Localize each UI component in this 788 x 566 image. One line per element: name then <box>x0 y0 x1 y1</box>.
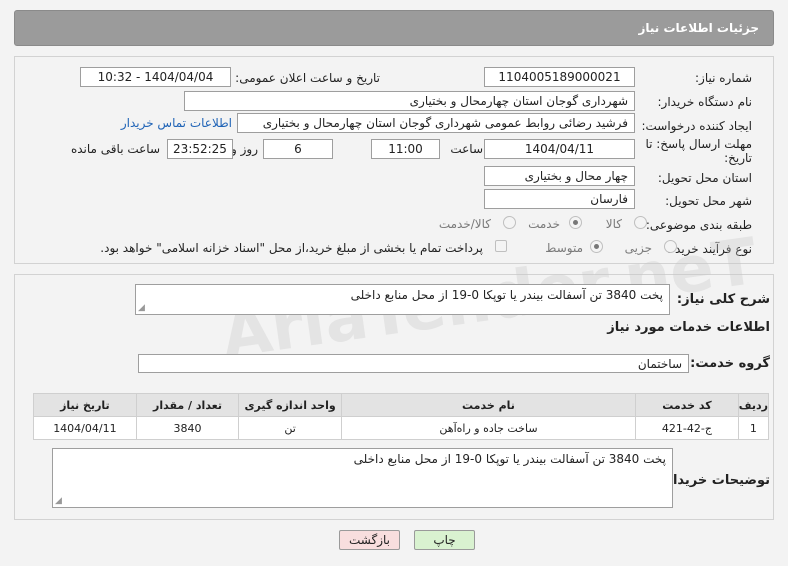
deadline-label: مهلت ارسال پاسخ: تا <box>645 137 752 151</box>
buyer-org-field[interactable]: شهرداری گوجان استان چهارمحال و بختیاری <box>184 91 635 111</box>
category-radio-goods[interactable] <box>634 216 647 229</box>
requester-label: ایجاد کننده درخواست: <box>641 119 752 133</box>
category-option-goods: کالا <box>605 217 622 231</box>
buyer-notes-label: توضیحات خریدار: <box>660 473 770 488</box>
table-header-row: ردیف کد خدمت نام خدمت واحد اندازه گیری ت… <box>33 393 770 417</box>
page-title: جزئیات اطلاعات نیاز <box>638 21 759 35</box>
col-unit: واحد اندازه گیری <box>238 393 342 417</box>
description-textarea[interactable]: پخت 3840 تن آسفالت بیندر یا توپکا 0-19 ا… <box>135 284 670 315</box>
services-heading: اطلاعات خدمات مورد نیاز <box>607 320 770 335</box>
city-label: شهر محل تحویل: <box>665 194 752 208</box>
description-text: پخت 3840 تن آسفالت بیندر یا توپکا 0-19 ا… <box>350 288 663 302</box>
resize-grip-icon[interactable]: ◢ <box>55 496 62 506</box>
payment-note: پرداخت تمام یا بخشی از مبلغ خرید،از محل … <box>100 241 483 255</box>
province-field[interactable]: چهار محال و بختیاری <box>484 166 635 186</box>
deadline-time-label: ساعت <box>450 142 483 156</box>
col-quantity: تعداد / مقدار <box>135 393 240 417</box>
deadline-time-field[interactable]: 11:00 <box>371 139 440 159</box>
back-button[interactable]: بازگشت <box>339 530 400 550</box>
page-header: جزئیات اطلاعات نیاز <box>14 10 774 46</box>
cell-need-date: 1404/04/11 <box>33 416 137 440</box>
resize-grip-icon[interactable]: ◢ <box>138 303 145 313</box>
days-remaining-field[interactable]: 6 <box>263 139 333 159</box>
print-button[interactable]: چاپ <box>414 530 475 550</box>
province-label: استان محل تحویل: <box>657 171 752 185</box>
cell-unit: تن <box>238 416 342 440</box>
service-group-field[interactable]: ساختمان <box>138 354 689 373</box>
deadline-date-field[interactable]: 1404/04/11 <box>484 139 635 159</box>
deadline-date-label: تاریخ: <box>724 151 752 165</box>
service-group-label: گروه خدمت: <box>690 356 770 371</box>
buyer-notes-text: پخت 3840 تن آسفالت بیندر یا توپکا 0-19 ا… <box>353 452 666 466</box>
cell-row-number: 1 <box>737 416 770 440</box>
need-details-panel <box>14 56 774 264</box>
cell-service-code: ج-42-421 <box>635 416 739 440</box>
buyer-org-label: نام دستگاه خریدار: <box>657 95 753 109</box>
category-radio-goods-service[interactable] <box>503 216 516 229</box>
category-option-goods-service: کالا/خدمت <box>438 217 491 231</box>
remaining-time-label: ساعت باقی مانده <box>70 142 160 156</box>
announce-field[interactable]: 1404/04/04 - 10:32 <box>80 67 231 87</box>
col-service-name: نام خدمت <box>340 393 637 417</box>
days-label: روز و <box>231 142 258 156</box>
category-option-service: خدمت <box>528 217 560 231</box>
col-service-code: کد خدمت <box>635 393 739 417</box>
table-row[interactable]: 1 ج-42-421 ساخت جاده و راه‌آهن تن 3840 1… <box>33 416 770 440</box>
treasury-checkbox[interactable] <box>495 240 507 252</box>
buyer-contact-link[interactable]: اطلاعات تماس خریدار <box>121 116 232 130</box>
need-number-field[interactable]: 1104005189000021 <box>484 67 635 87</box>
cell-service-name: ساخت جاده و راه‌آهن <box>340 416 637 440</box>
need-number-label: شماره نیاز: <box>695 71 752 85</box>
services-table: ردیف کد خدمت نام خدمت واحد اندازه گیری ت… <box>33 393 770 440</box>
cell-quantity: 3840 <box>135 416 240 440</box>
col-row-number: ردیف <box>737 393 770 417</box>
category-radio-service[interactable] <box>569 216 582 229</box>
announce-label: تاریخ و ساعت اعلان عمومی: <box>235 71 380 85</box>
description-label: شرح کلی نیاز: <box>676 292 770 307</box>
buyer-notes-textarea[interactable]: پخت 3840 تن آسفالت بیندر یا توپکا 0-19 ا… <box>52 448 673 508</box>
city-field[interactable]: فارسان <box>484 189 635 209</box>
requester-field[interactable]: فرشید رضائی روابط عمومی شهرداری گوجان اس… <box>237 113 635 133</box>
remaining-time-field[interactable]: 23:52:25 <box>167 139 233 159</box>
col-need-date: تاریخ نیاز <box>33 393 137 417</box>
